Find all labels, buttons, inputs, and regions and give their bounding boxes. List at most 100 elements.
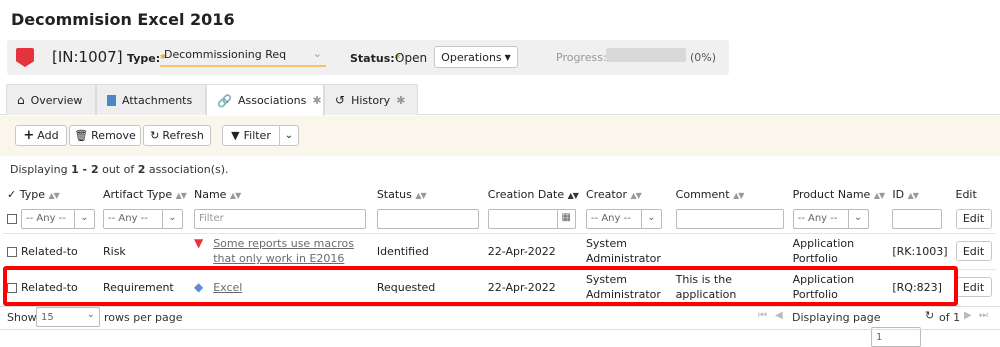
filter-button[interactable]: ▼ Filter	[222, 125, 280, 146]
select-all-checkbox[interactable]	[7, 213, 17, 224]
column-header-creation-date[interactable]: Creation Date ▲▼	[484, 183, 582, 205]
product-filter-select[interactable]: -- Any -- ⌄	[792, 208, 869, 229]
select-all-check-icon[interactable]: ✓	[7, 188, 16, 201]
refresh-button[interactable]: ↻ Refresh	[143, 125, 211, 146]
filter-any-label: -- Any --	[26, 213, 66, 225]
column-header-status[interactable]: Status ▲▼	[373, 183, 484, 205]
column-header-label: Product Name	[792, 187, 871, 201]
sort-icon: ▲▼	[873, 190, 885, 200]
tab-associations[interactable]: 🔗 Associations ✱	[206, 84, 324, 116]
column-header-name[interactable]: Name ▲▼	[190, 183, 373, 205]
status-label: Status:*	[350, 52, 400, 65]
column-header-label: Comment	[675, 187, 730, 201]
calendar-icon[interactable]: ▦	[556, 209, 575, 228]
filter-cell-product: -- Any -- ⌄	[789, 205, 889, 233]
operations-label: Operations	[441, 50, 502, 64]
column-header-product-name[interactable]: Product Name ▲▼	[789, 183, 889, 205]
chevron-down-icon: ⌄	[284, 130, 294, 141]
page-title: Decommision Excel 2016	[11, 10, 235, 29]
filter-cell-creator: -- Any -- ⌄	[582, 205, 672, 233]
edit-label: Edit	[962, 280, 985, 294]
sort-icon: ▲▼	[415, 190, 426, 200]
column-header-type[interactable]: ✓ Type ▲▼	[3, 183, 99, 205]
edit-button[interactable]: Edit	[955, 241, 992, 261]
type-filter-select[interactable]: -- Any -- ⌄	[21, 208, 95, 229]
status-filter-input[interactable]	[376, 208, 479, 229]
last-page-icon[interactable]: ⏭	[979, 310, 988, 321]
caret-down-icon: ▼	[504, 52, 511, 62]
cell-artifact-type: Risk	[99, 232, 190, 269]
chevron-down-icon: ⌄	[312, 47, 322, 60]
remove-button[interactable]: 🗑 Remove	[69, 125, 141, 146]
rows-per-page-label: rows per page	[104, 311, 183, 324]
filter-cell-id	[888, 205, 951, 233]
progress-value: (0%)	[690, 51, 717, 64]
progress-bar	[606, 48, 686, 62]
sort-icon: ▲▼	[733, 190, 744, 200]
sort-icon: ▲▼	[229, 190, 241, 200]
next-page-icon[interactable]: ▶	[964, 310, 972, 321]
tab-label: Attachments	[122, 93, 193, 107]
id-filter-input[interactable]	[892, 208, 943, 229]
column-header-label: Artifact Type	[103, 187, 173, 201]
page-number-input[interactable]: 1	[871, 327, 921, 347]
cell-edit: Edit	[951, 232, 996, 269]
cell-status: Identified	[372, 232, 484, 269]
add-button[interactable]: + Add	[15, 125, 67, 146]
filter-cell-name: Filter	[190, 205, 373, 233]
status-label-text: Status:	[350, 52, 395, 65]
column-header-label: Name	[193, 187, 227, 201]
artifact-type-filter-select[interactable]: -- Any -- ⌄	[103, 208, 183, 229]
tab-attachments[interactable]: Attachments	[96, 84, 206, 115]
cell-id: [RK:1003]	[888, 232, 952, 269]
edit-button[interactable]: Edit	[955, 277, 992, 298]
table-row: Related-to Risk ▼ Some reports use macros…	[3, 232, 996, 269]
tab-label: Overview	[30, 93, 83, 107]
name-filter-input[interactable]: Filter	[193, 208, 366, 229]
artifact-link[interactable]: Some reports use macros that only work i…	[213, 236, 369, 266]
cell-edit: Edit	[951, 268, 996, 305]
edit-label: Edit	[962, 244, 985, 258]
displaying-page-label: Displaying page	[792, 311, 881, 324]
tab-overview[interactable]: ⌂ Overview	[6, 84, 96, 115]
home-icon: ⌂	[17, 93, 25, 107]
column-header-artifact-type[interactable]: Artifact Type ▲▼	[99, 183, 190, 205]
filter-any-label: -- Any --	[797, 213, 838, 225]
filter-cell-edit: Edit	[952, 205, 997, 233]
cell-comment	[671, 232, 789, 269]
column-header-label: Status	[376, 187, 412, 201]
creator-filter-select[interactable]: -- Any -- ⌄	[585, 208, 662, 229]
display-summary: Displaying 1 - 2 out of 2 association(s)…	[10, 163, 229, 176]
edit-filter-button[interactable]: Edit	[955, 208, 992, 229]
row-checkbox[interactable]	[7, 246, 17, 257]
filter-dropdown-button[interactable]: ⌄	[279, 125, 299, 146]
comment-filter-input[interactable]	[675, 208, 784, 229]
type-select[interactable]: Decommissioning Req ⌄	[160, 45, 326, 67]
column-header-id[interactable]: ID ▲▼	[888, 183, 951, 205]
filter-cell-status	[373, 205, 484, 233]
filter-label: Filter	[243, 129, 271, 142]
column-header-comment[interactable]: Comment ▲▼	[672, 183, 789, 205]
column-header-creator[interactable]: Creator ▲▼	[582, 183, 672, 205]
remove-label: Remove	[91, 129, 136, 142]
page-size-select[interactable]: 15 ⌄	[36, 307, 100, 327]
tab-label: Associations	[237, 94, 307, 107]
operations-button[interactable]: Operations ▼	[434, 46, 518, 68]
tab-label: History	[351, 93, 391, 107]
chevron-down-icon: ⌄	[86, 309, 95, 320]
history-icon: ↺	[335, 93, 346, 107]
table-header-row: ✓ Type ▲▼ Artifact Type ▲▼ Name ▲▼ Statu…	[3, 183, 996, 205]
filter-any-label: -- Any --	[590, 213, 631, 225]
refresh-icon: ↻	[150, 129, 160, 142]
date-filter-input[interactable]: ▦	[487, 208, 576, 229]
chevron-down-icon: ⌄	[847, 209, 868, 228]
column-header-label: Creator	[585, 187, 627, 201]
tab-history[interactable]: ↺ History ✱	[324, 84, 418, 115]
first-page-icon[interactable]: ⏮	[758, 310, 767, 321]
previous-page-icon[interactable]: ◀	[775, 310, 783, 321]
risk-icon: ▼	[193, 236, 204, 250]
refresh-page-icon[interactable]: ↻	[925, 309, 934, 322]
cell-type: Related-to	[3, 232, 99, 269]
refresh-label: Refresh	[162, 129, 204, 142]
summary-dash: -	[78, 163, 91, 176]
